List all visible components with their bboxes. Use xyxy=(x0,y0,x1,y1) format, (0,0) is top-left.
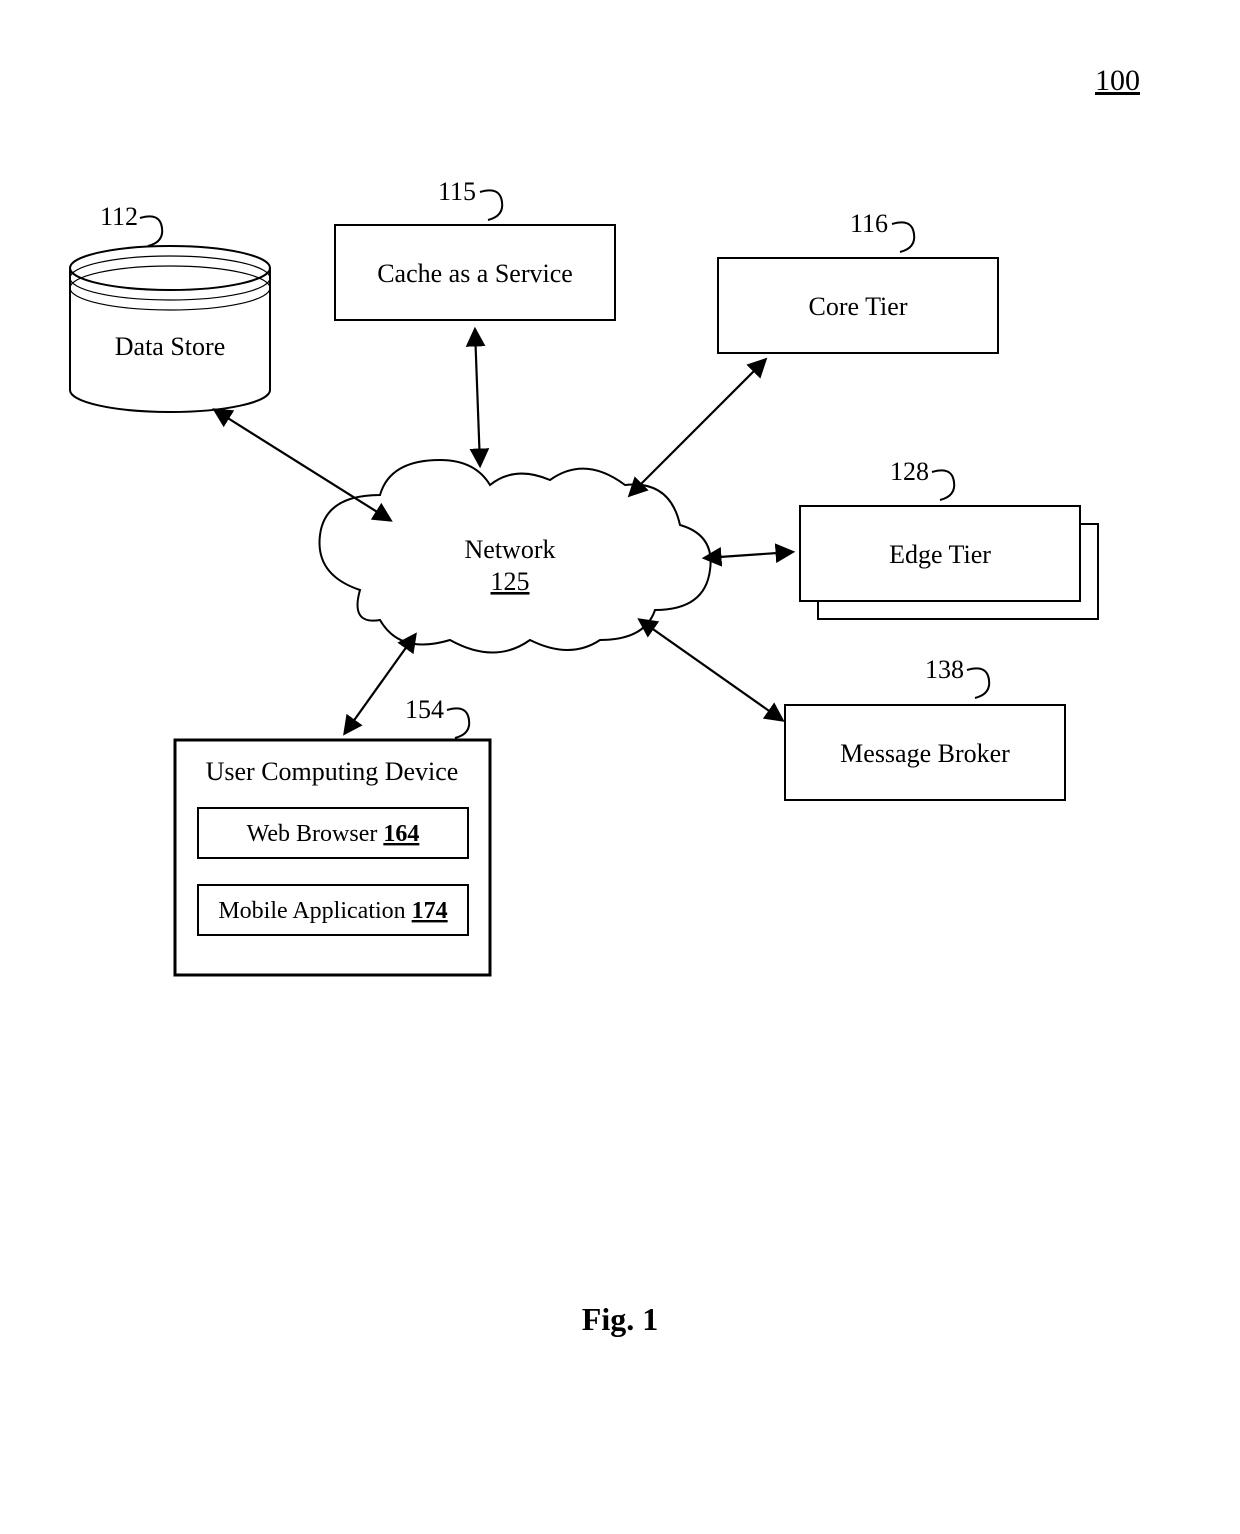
web-browser-label: Web Browser xyxy=(247,821,378,847)
message-broker-label: Message Broker xyxy=(840,739,1010,768)
edge-coretier-network xyxy=(630,360,765,495)
network-ref: 125 xyxy=(491,567,530,596)
node-user-device: User Computing Device Web Browser 164 Mo… xyxy=(175,695,490,975)
edge-cache-network xyxy=(475,330,480,465)
edge-edgetier-network xyxy=(705,552,792,558)
architecture-diagram: 100 Fig. 1 Data Store 112 Cache as a Ser… xyxy=(0,0,1240,1534)
node-network: Network 125 xyxy=(320,460,711,653)
user-device-ref: 154 xyxy=(405,695,444,724)
core-tier-ref: 116 xyxy=(850,209,888,238)
svg-text:Mobile Application: Mobile Application 174 xyxy=(218,898,447,924)
core-tier-label: Core Tier xyxy=(809,292,908,321)
cache-ref: 115 xyxy=(438,177,476,206)
node-cache: Cache as a Service 115 xyxy=(335,177,615,320)
svg-text:Web Browser 164: Web Browser 164 xyxy=(247,821,420,847)
edge-datastore-network xyxy=(215,410,390,520)
node-core-tier: Core Tier 116 xyxy=(718,209,998,353)
cache-label: Cache as a Service xyxy=(377,259,573,288)
mobile-app-label: Mobile Application xyxy=(218,898,405,924)
mobile-app-ref: 174 xyxy=(412,898,448,924)
node-message-broker: Message Broker 138 xyxy=(785,655,1065,800)
node-data-store: Data Store 112 xyxy=(70,202,270,412)
edge-tier-label: Edge Tier xyxy=(889,540,991,569)
data-store-label: Data Store xyxy=(115,332,225,361)
user-device-label: User Computing Device xyxy=(206,757,459,786)
edge-msgbroker-network xyxy=(640,620,782,720)
web-browser-ref: 164 xyxy=(383,821,419,847)
figure-caption: Fig. 1 xyxy=(582,1301,658,1337)
edge-tier-ref: 128 xyxy=(890,457,929,486)
node-edge-tier: Edge Tier 128 xyxy=(800,457,1098,619)
figure-number: 100 xyxy=(1095,64,1140,97)
message-broker-ref: 138 xyxy=(925,655,964,684)
data-store-ref: 112 xyxy=(100,202,138,231)
network-label: Network xyxy=(465,535,556,564)
